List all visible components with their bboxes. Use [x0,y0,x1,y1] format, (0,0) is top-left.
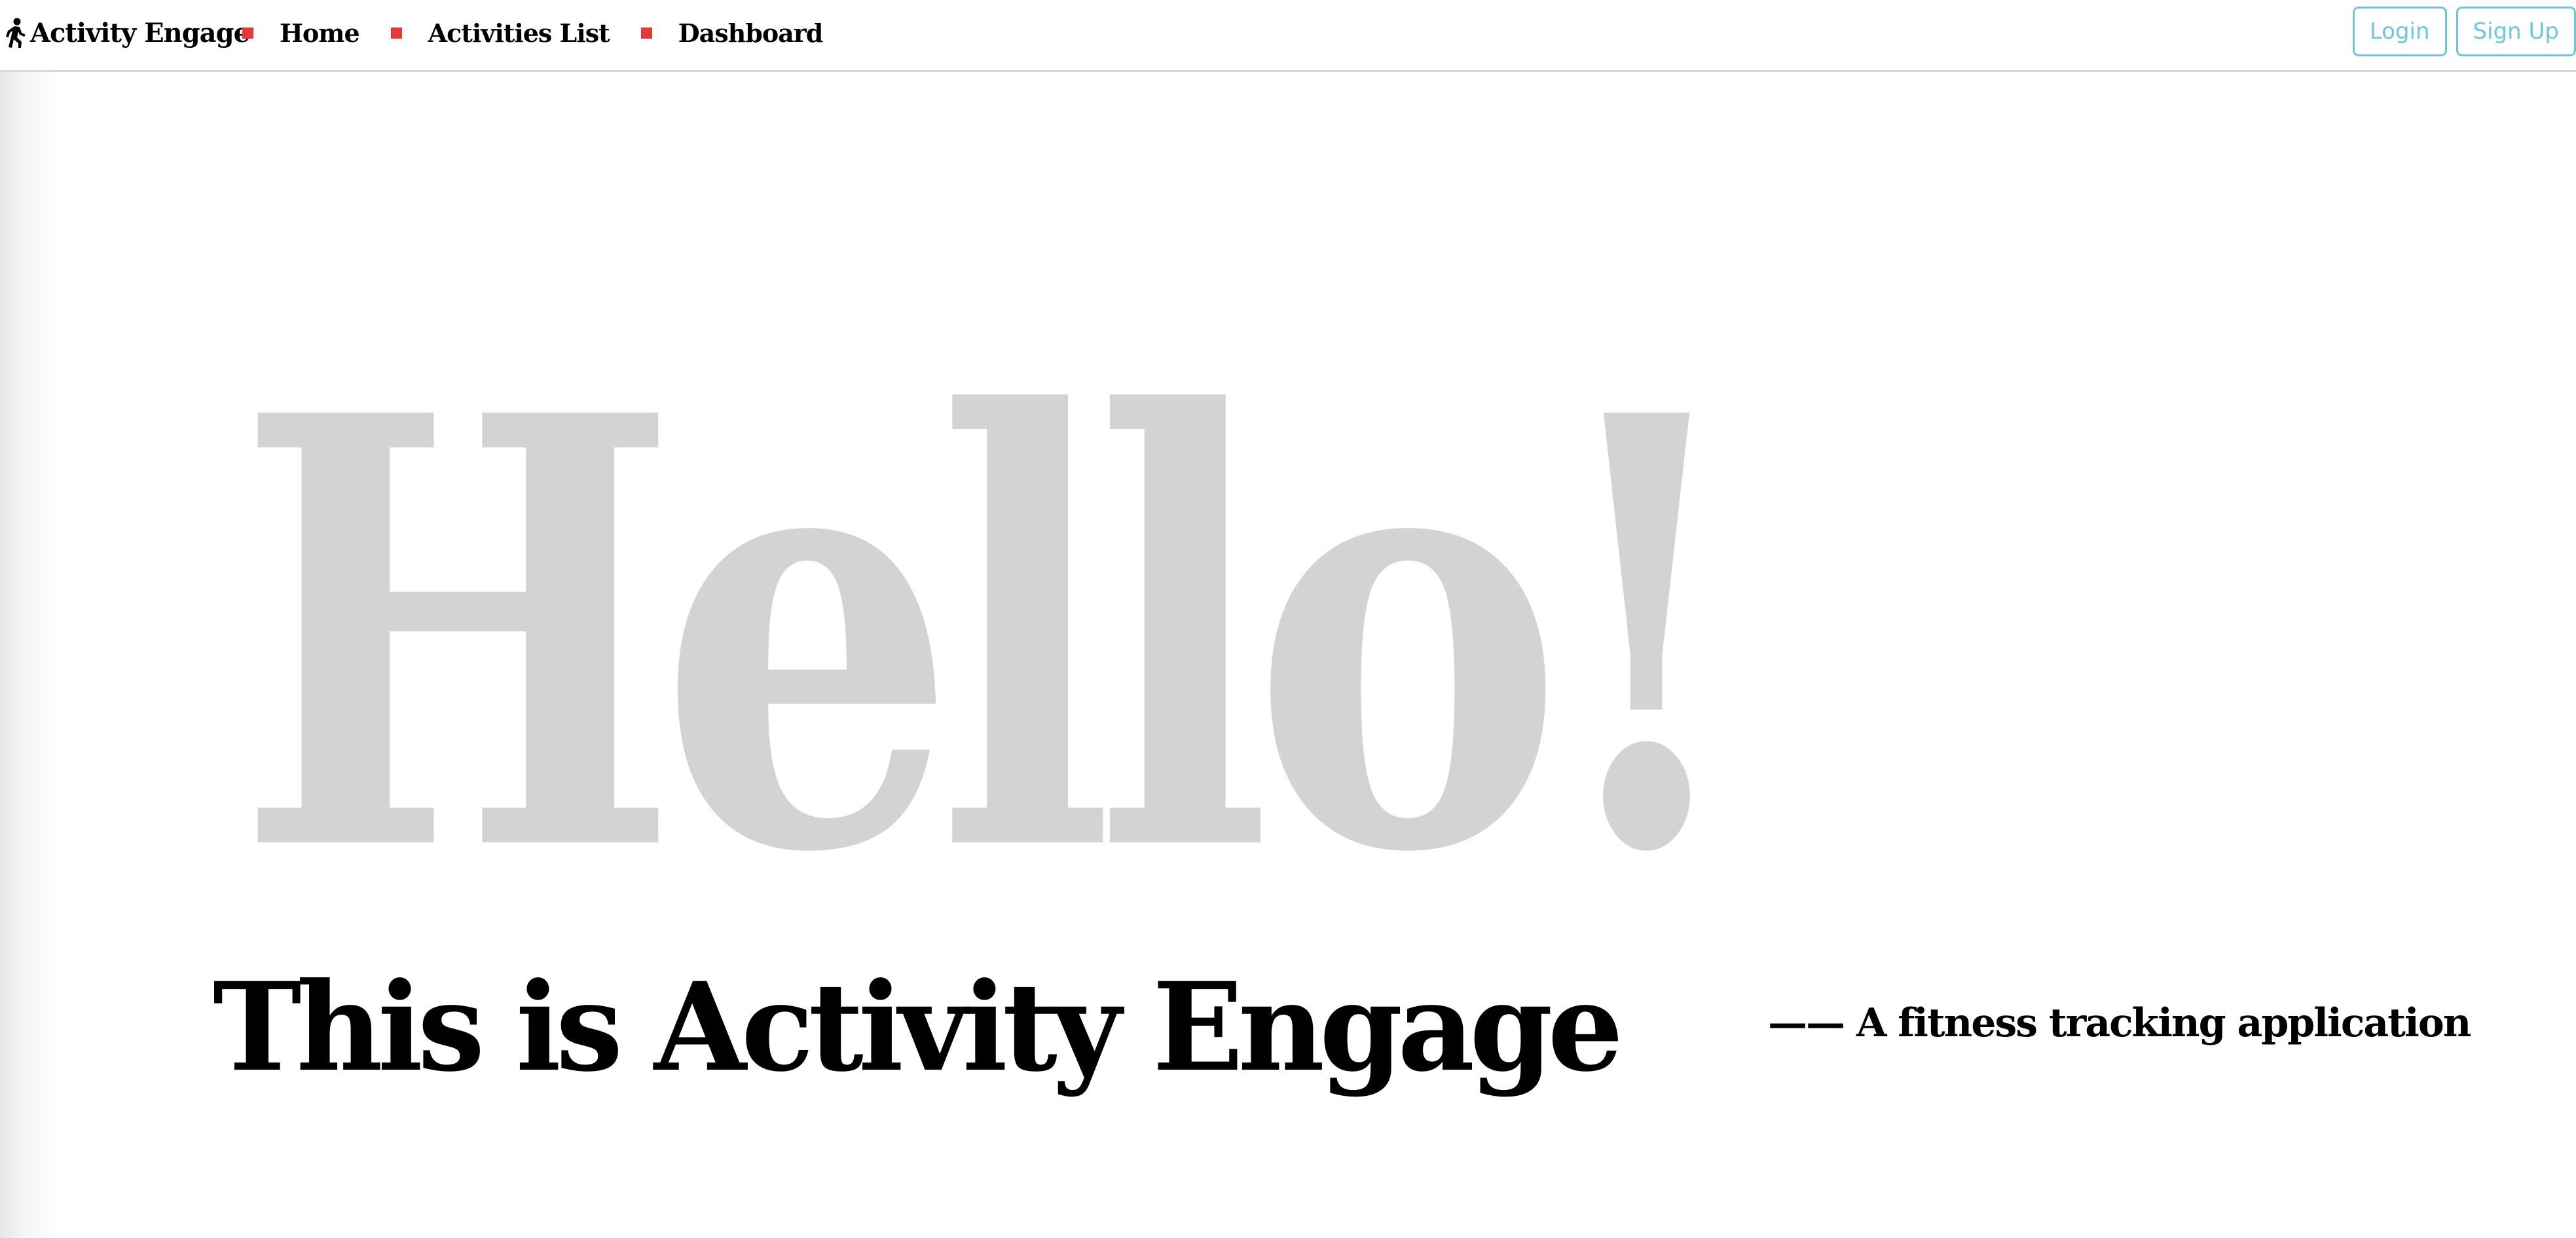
nav-bullet-icon [242,27,253,39]
nav-item-label: Activities List [428,18,610,48]
brand-name: Activity Engage [30,17,250,48]
hero-subtitle: —— A fitness tracking application [1768,1000,2471,1046]
nav-item-home[interactable]: Home [242,18,360,48]
nav-links: Home Activities List Dashboard [242,14,854,51]
brand-link[interactable]: Activity Engage [4,14,250,51]
left-edge-shadow [0,72,59,1238]
hero-greeting: Hello! [236,367,1742,865]
nav-item-label: Dashboard [678,18,824,48]
nav-bullet-icon [390,27,402,39]
hero-greeting-text: Hello! [236,367,1729,865]
nav-item-activities-list[interactable]: Activities List [390,18,610,48]
hero-title: This is Activity Engage [213,955,1623,1098]
top-navbar: Activity Engage Home Activities List Das… [0,0,2576,72]
nav-bullet-icon [640,27,652,39]
page: Activity Engage Home Activities List Das… [0,0,2576,1238]
login-button[interactable]: Login [2352,7,2447,56]
signup-button[interactable]: Sign Up [2456,7,2576,56]
auth-buttons: Login Sign Up [2344,7,2576,56]
walking-person-icon [6,18,26,48]
nav-item-dashboard[interactable]: Dashboard [640,18,824,48]
nav-item-label: Home [280,18,360,48]
